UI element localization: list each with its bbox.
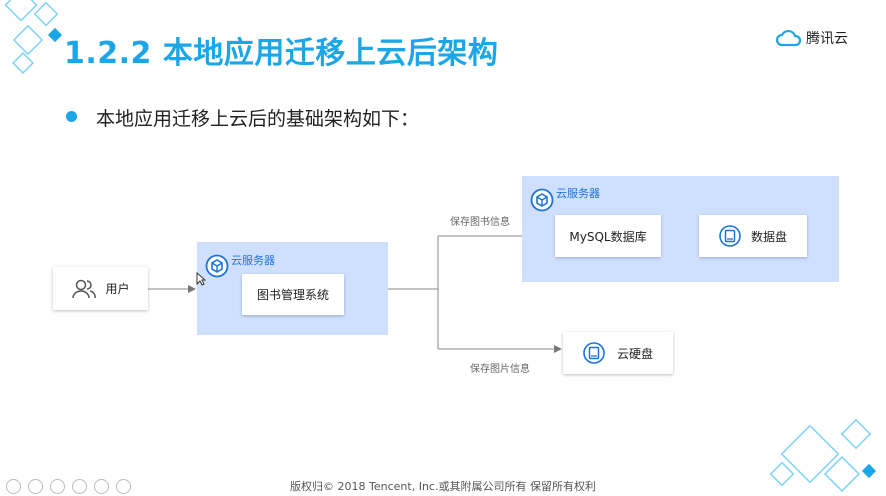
user-group-icon: [72, 279, 97, 298]
app-node: 图书管理系统: [242, 274, 344, 315]
zone-left-label: 云服务器: [231, 254, 275, 267]
cloud-disk-node: 云硬盘: [563, 332, 673, 374]
cloud-disk-label: 云硬盘: [616, 346, 653, 361]
disk-icon: [583, 342, 605, 364]
edge-label-lower: 保存图片信息: [470, 364, 530, 375]
zone-right-label: 云服务器: [556, 187, 600, 200]
user-label: 用户: [105, 282, 130, 296]
data-disk-label: 数据盘: [750, 229, 787, 244]
cloud-server-icon: [530, 188, 554, 212]
cloud-server-icon: [205, 254, 229, 278]
data-disk-node: 数据盘: [699, 215, 807, 257]
disk-icon: [719, 225, 741, 247]
user-node: 用户: [53, 267, 148, 310]
edge-label-upper: 保存图书信息: [450, 217, 510, 228]
mouse-cursor-icon: [196, 272, 206, 286]
mysql-node: MySQL数据库: [555, 215, 661, 257]
copyright-footer: 版权归© 2018 Tencent, Inc.或其附属公司所有 保留所有权利: [290, 480, 596, 493]
